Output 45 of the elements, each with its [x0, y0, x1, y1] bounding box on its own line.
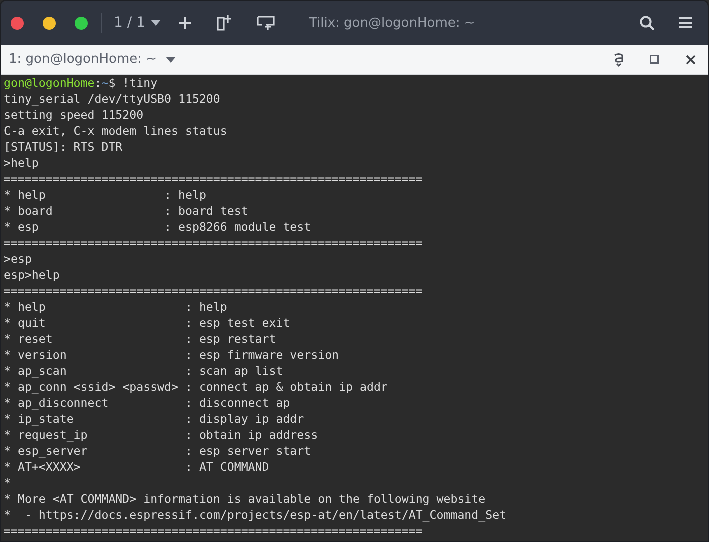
terminal-title-dropdown[interactable]: 1: gon@logonHome: ~	[9, 52, 176, 67]
terminal-line: * esp_server : esp server start	[4, 443, 312, 459]
terminal-line: [STATUS]: RTS DTR	[4, 139, 123, 155]
terminal-line: * ap_disconnect : disconnect ap	[4, 395, 290, 411]
terminal-line: >esp	[4, 251, 32, 267]
window-title: Tilix: gon@logonHome: ~	[309, 16, 476, 30]
terminal-line: * board : board test	[4, 203, 248, 219]
maximize-icon[interactable]	[650, 55, 659, 64]
terminal-line: * ap_conn <ssid> <passwd> : connect ap & obtain ip addr	[4, 379, 388, 395]
terminal-line: setting speed 115200	[4, 107, 144, 123]
terminal-line: * reset : esp restart	[4, 331, 276, 347]
caret-icon	[151, 20, 162, 26]
add-terminal-icon[interactable]	[217, 15, 232, 31]
prompt-line: gon@logonHome:~$ !tiny	[4, 75, 158, 91]
terminal-line: ============================================================	[4, 283, 423, 299]
terminal-line: esp>help	[4, 267, 60, 283]
terminal-line: * request_ip : obtain ip address	[4, 427, 318, 443]
search-icon[interactable]	[640, 16, 655, 30]
plus-icon[interactable]	[179, 17, 192, 29]
terminal-line: ============================================================	[4, 235, 423, 251]
terminal-line: * More <AT COMMAND> information is available on the following website	[4, 491, 486, 507]
close-window-button[interactable]	[11, 16, 24, 30]
terminal-line: >help	[4, 155, 39, 171]
maximize-window-button[interactable]	[75, 16, 88, 30]
terminal-line: * ip_state : display ip addr	[4, 411, 304, 427]
terminal-line: C-a exit, C-x modem lines status	[4, 123, 228, 139]
terminal-line: tiny_serial /dev/ttyUSB0 115200	[4, 91, 220, 107]
menu-icon[interactable]	[679, 17, 692, 29]
terminal-line: *	[4, 475, 11, 491]
terminal-line: * esp : esp8266 module test	[4, 219, 312, 235]
session-switcher[interactable]: 1 / 1	[114, 15, 162, 31]
terminal-line: * help : help	[4, 187, 206, 203]
add-terminal-down-icon[interactable]	[257, 16, 276, 30]
terminal-line: ============================================================	[4, 523, 423, 539]
terminal-line: * ap_scan : scan ap list	[4, 363, 284, 379]
terminal-line: ============================================================	[4, 171, 423, 187]
terminal-line: * version : esp firmware version	[4, 347, 340, 363]
terminal-line: * AT+<XXXX> : AT COMMAND	[4, 459, 270, 475]
caret-icon	[166, 56, 176, 62]
read-only-icon[interactable]	[614, 52, 624, 66]
terminal-line: * quit : esp test exit	[4, 315, 290, 331]
close-icon[interactable]	[686, 54, 696, 64]
terminal-line: * - https://docs.espressif.com/projects/esp-at/en/latest/AT_Command_Set	[4, 507, 507, 523]
terminal-line: * help : help	[4, 299, 228, 315]
minimize-window-button[interactable]	[43, 16, 56, 30]
